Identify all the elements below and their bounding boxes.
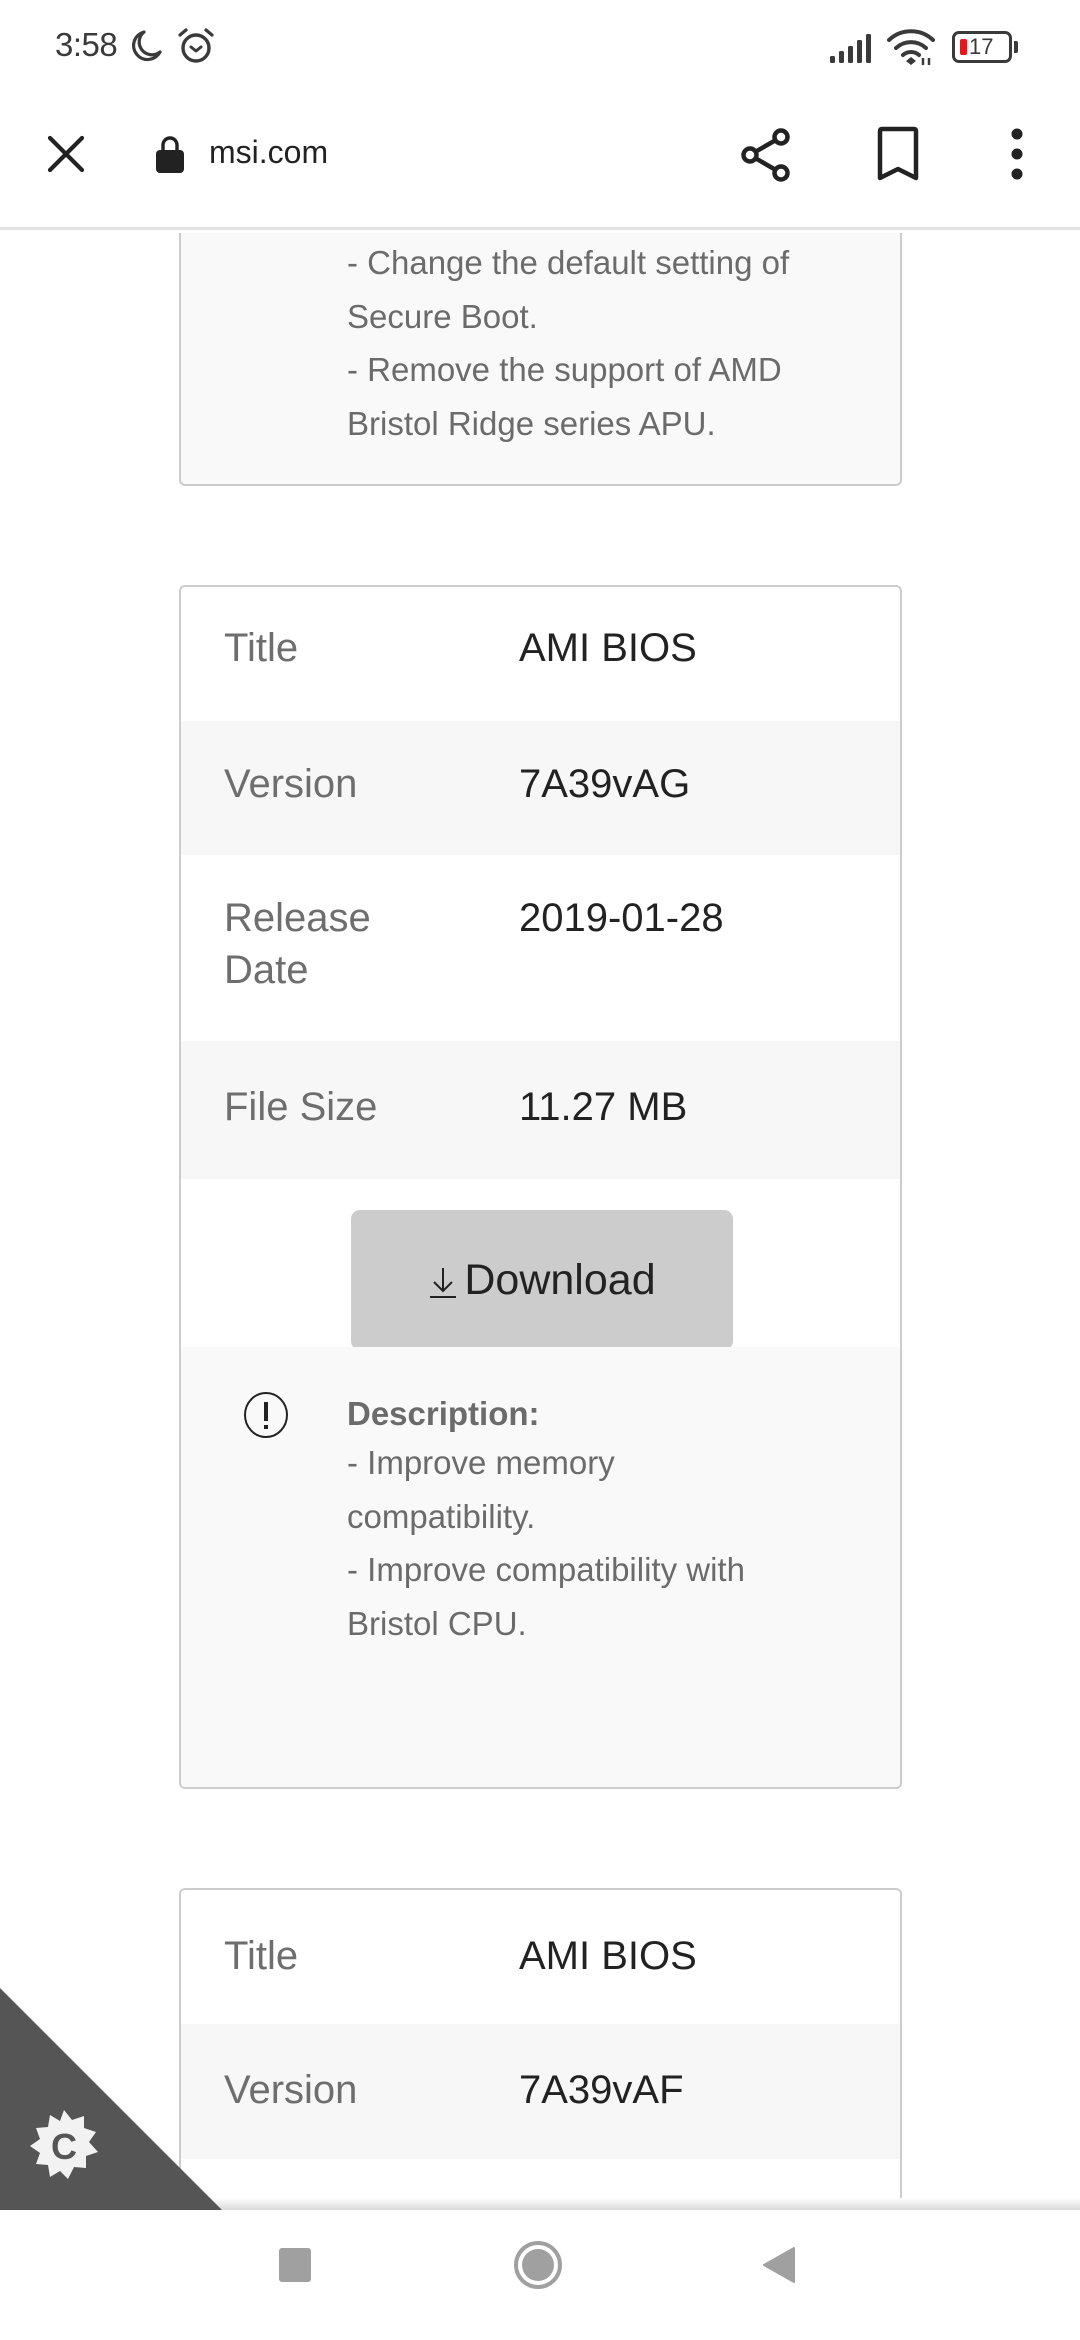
row-label: Version (224, 762, 358, 806)
status-bar: 3:58 17 (0, 0, 1080, 96)
page-content: - Change the default setting of Secure B… (0, 233, 1080, 2210)
bookmark-icon[interactable] (876, 126, 920, 182)
row-value: 2019-01-28 (519, 896, 724, 940)
close-icon[interactable] (42, 130, 90, 178)
row-value: 7A39vAF (519, 2068, 684, 2112)
row-label: Title (224, 626, 299, 670)
description-line: - Improve memory (347, 1444, 615, 1481)
badge-letter: C (51, 2126, 77, 2167)
download-button[interactable]: Download (351, 1210, 733, 1350)
description-line: Secure Boot. (347, 297, 538, 335)
bios-card-7A39vAF: Title AMI BIOS Version 7A39vAF (179, 1888, 902, 2210)
battery-body: 17 (952, 31, 1012, 63)
signal-icon (830, 34, 871, 63)
description-text: - Improve memory compatibility. - Improv… (347, 1436, 745, 1650)
row-value: 7A39vAG (519, 762, 691, 806)
row-label: Release Date (224, 892, 371, 996)
description-line: - Improve compatibility with (347, 1551, 745, 1588)
browser-toolbar: msi.com (0, 96, 1080, 230)
row-title: Title AMI BIOS (181, 587, 900, 721)
row-release-date: Release Date 2019-01-28 (181, 855, 900, 1041)
wifi-icon (887, 29, 935, 65)
home-button[interactable] (513, 2240, 563, 2290)
battery-icon: 17 (952, 31, 1018, 63)
download-area: Download (181, 1179, 900, 1350)
description-line: - Remove the support of AMD (347, 351, 782, 388)
label-line: Date (224, 948, 309, 992)
previous-description: - Change the default setting of Secure B… (347, 236, 789, 450)
description-box: Description: - Improve memory compatibil… (181, 1347, 900, 1787)
more-vert-icon[interactable] (1004, 126, 1030, 182)
previous-bios-card: - Change the default setting of Secure B… (179, 233, 902, 486)
row-file-size: File Size 11.27 MB (181, 1041, 900, 1179)
row-value: AMI BIOS (519, 626, 697, 670)
alarm-icon (178, 28, 214, 63)
back-button[interactable] (762, 2246, 796, 2284)
description-line: Bristol CPU. (347, 1604, 527, 1642)
lock-icon (156, 136, 184, 173)
exclamation-circle-icon (244, 1392, 288, 1438)
download-label: Download (464, 1255, 656, 1304)
row-value: 11.27 MB (519, 1085, 688, 1129)
bios-card-7A39vAG: Title AMI BIOS Version 7A39vAG Release D… (179, 585, 902, 1789)
row-version: Version 7A39vAG (181, 721, 900, 855)
battery-fill (960, 39, 967, 55)
row-version: Version 7A39vAF (181, 2024, 900, 2159)
description-line: compatibility. (347, 1497, 536, 1535)
description-line: - Change the default setting of (347, 244, 790, 281)
system-navigation-bar (0, 2210, 1080, 2340)
row-label: File Size (224, 1085, 378, 1129)
description-title: Description: (347, 1395, 540, 1432)
url-text[interactable]: msi.com (209, 134, 328, 171)
share-icon[interactable] (738, 126, 794, 184)
row-label: Version (224, 2068, 358, 2112)
battery-level: 17 (969, 34, 994, 59)
corner-settings-badge[interactable]: C (0, 1988, 222, 2210)
battery-tip (1014, 41, 1018, 53)
row-title: Title AMI BIOS (181, 1890, 900, 2024)
status-time: 3:58 (55, 26, 118, 63)
row-label: Title (224, 1934, 299, 1978)
moon-icon (131, 30, 162, 62)
recent-apps-button[interactable] (279, 2248, 311, 2282)
row-value: AMI BIOS (519, 1934, 697, 1978)
description-line: Bristol Ridge series APU. (347, 404, 716, 442)
label-line: Release (224, 896, 371, 940)
download-icon (430, 1268, 457, 1298)
